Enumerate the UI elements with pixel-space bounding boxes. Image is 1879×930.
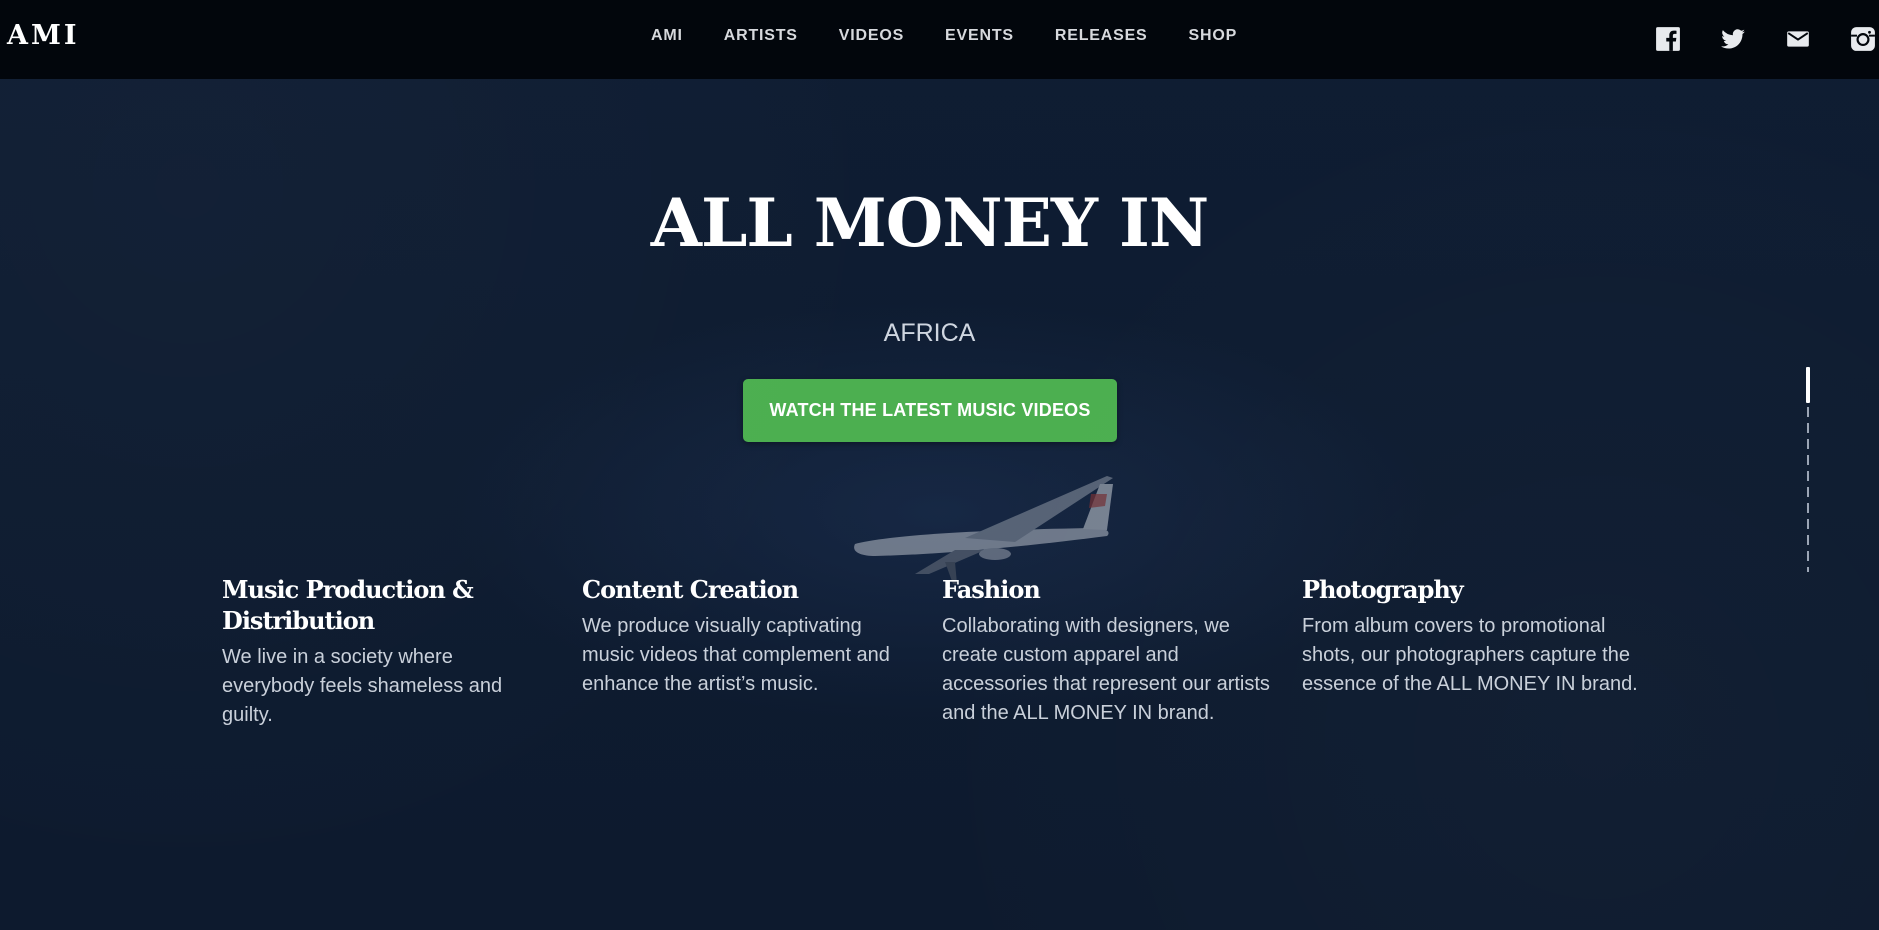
service-description: Collaborating with designers, we create … [942,615,1270,724]
service-title: Photography [1302,575,1464,604]
page: AMI AMI ARTISTS VIDEOS EVENTS RELEASES S… [0,0,1879,930]
site-logo[interactable]: AMI [7,20,79,51]
nav-item-videos[interactable]: VIDEOS [839,27,904,45]
facebook-icon[interactable] [1655,26,1681,52]
nav-item-events[interactable]: EVENTS [945,27,1014,45]
nav-item-shop[interactable]: SHOP [1189,27,1238,45]
service-title: Music Production & Distribution [222,575,474,635]
instagram-icon[interactable] [1850,26,1876,52]
hero-title: ALL MONEY IN [650,184,1209,262]
service-description: From album covers to promotional shots, … [1302,615,1638,695]
service-description: We live in a society where everybody fee… [222,646,503,726]
nav-item-artists[interactable]: ARTISTS [724,27,798,45]
social-links [1655,26,1876,52]
hero-subtitle: AFRICA [883,319,976,347]
service-content-creation: Content Creation We produce visually cap… [582,574,922,699]
mail-icon[interactable] [1785,26,1811,52]
top-navigation-bar: AMI AMI ARTISTS VIDEOS EVENTS RELEASES S… [0,0,1879,79]
service-title: Content Creation [582,575,799,604]
service-photography: Photography From album covers to promoti… [1302,574,1642,699]
scroll-indicator[interactable] [1806,367,1810,572]
scroll-indicator-track [1807,407,1809,572]
main-nav: AMI ARTISTS VIDEOS EVENTS RELEASES SHOP [651,27,1278,45]
service-title: Fashion [942,575,1041,604]
nav-item-releases[interactable]: RELEASES [1055,27,1148,45]
nav-item-ami[interactable]: AMI [651,27,683,45]
twitter-icon[interactable] [1720,26,1746,52]
service-description: We produce visually captivating music vi… [582,615,890,695]
service-music-production: Music Production & Distribution We live … [222,574,562,730]
service-fashion: Fashion Collaborating with designers, we… [942,574,1282,728]
watch-music-videos-button[interactable]: WATCH THE LATEST MUSIC VIDEOS [743,379,1117,442]
services-section: Music Production & Distribution We live … [222,574,1662,754]
scroll-indicator-active [1806,367,1810,403]
